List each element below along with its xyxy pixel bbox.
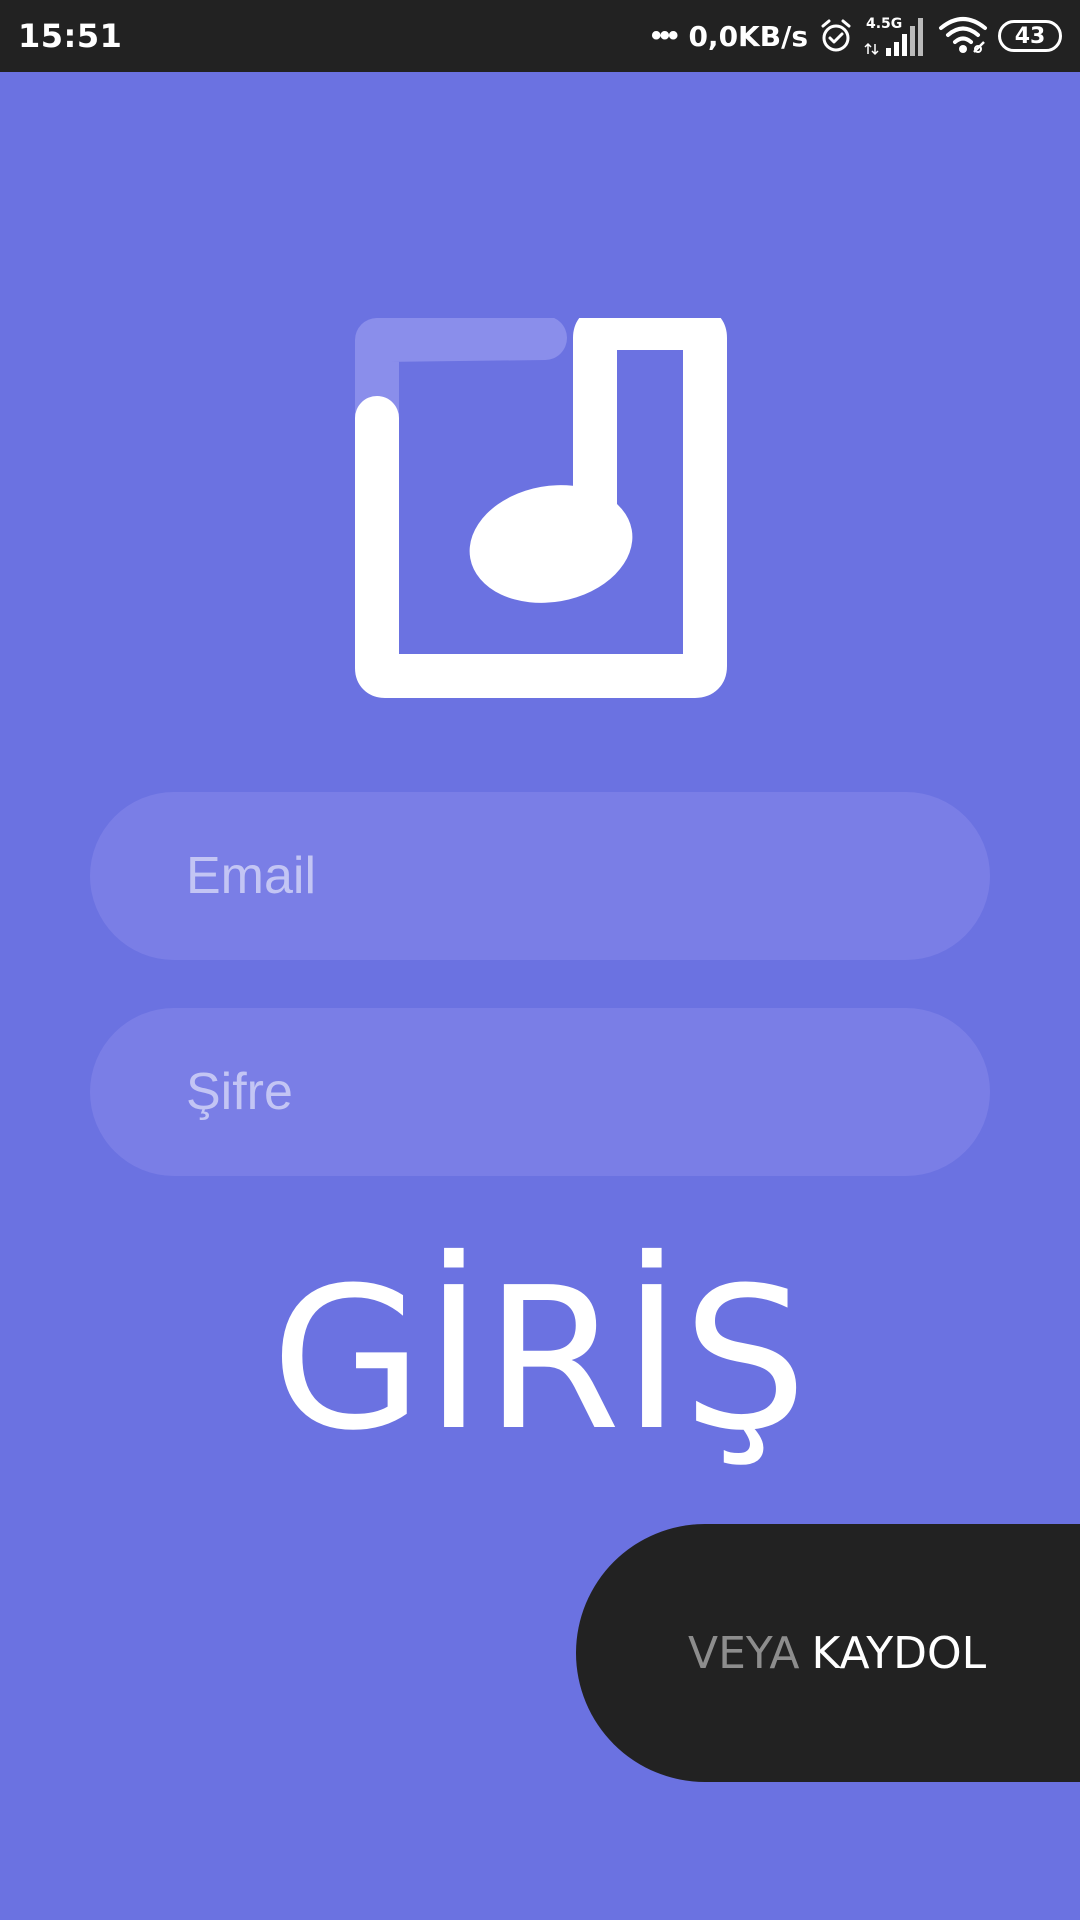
network-speed: 0,0KB/s: [688, 19, 808, 53]
cellular-signal-icon: 4.5G: [864, 14, 928, 58]
network-type: 4.5G: [866, 16, 903, 32]
password-field[interactable]: [90, 1008, 990, 1176]
battery-icon: 43: [998, 20, 1062, 52]
email-input[interactable]: [186, 846, 990, 906]
password-input[interactable]: [186, 1062, 990, 1122]
login-screen: 15:51 ••• 0,0KB/s 4.5G 43 Email GİRİŞ VE…: [0, 0, 1080, 1920]
status-icons: ••• 0,0KB/s 4.5G 43: [651, 14, 1062, 58]
email-field[interactable]: [90, 792, 990, 960]
music-note-logo-icon: [355, 306, 727, 698]
or-label: VEYA: [688, 1627, 800, 1679]
login-button[interactable]: GİRİŞ: [0, 1262, 1080, 1458]
notification-dots: •••: [650, 19, 678, 52]
wifi-icon: [938, 16, 988, 56]
status-bar: 15:51 ••• 0,0KB/s 4.5G 43: [0, 0, 1080, 72]
register-button[interactable]: VEYA KAYDOL: [576, 1524, 1080, 1782]
alarm-icon: [818, 18, 854, 54]
status-time: 15:51: [18, 17, 123, 55]
signup-label: KAYDOL: [811, 1627, 987, 1679]
